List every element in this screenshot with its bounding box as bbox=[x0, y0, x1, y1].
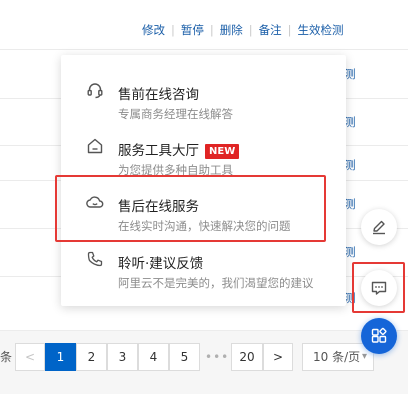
service-tools-item[interactable]: 服务工具大厅 NEW 为您提供多种自助工具 bbox=[61, 121, 346, 177]
apps-icon bbox=[371, 327, 387, 343]
action-separator: | bbox=[287, 23, 292, 37]
menu-item-title-text: 服务工具大厅 bbox=[118, 143, 199, 159]
headset-icon bbox=[87, 83, 103, 99]
remark-link[interactable]: 备注 bbox=[259, 23, 282, 37]
action-separator: | bbox=[171, 23, 175, 37]
row-actions: 修改 | 暂停 | 删除 | 备注 | 生效检测 bbox=[142, 22, 344, 38]
chat-button[interactable] bbox=[361, 270, 397, 306]
menu-item-subtitle: 专属商务经理在线解答 bbox=[118, 107, 233, 121]
home-icon bbox=[87, 138, 103, 154]
page-size-value: 10 条/页 bbox=[313, 350, 361, 364]
next-page-button[interactable]: > bbox=[263, 343, 293, 371]
new-badge: NEW bbox=[205, 144, 240, 159]
chat-icon bbox=[371, 281, 387, 295]
phone-icon bbox=[87, 251, 103, 267]
menu-item-subtitle: 阿里云不是完美的，我们渴望您的建议 bbox=[118, 276, 314, 290]
action-separator: | bbox=[248, 23, 253, 37]
table-row-divider bbox=[0, 49, 408, 50]
apps-button[interactable] bbox=[361, 318, 397, 354]
delete-link[interactable]: 删除 bbox=[220, 23, 243, 37]
page-ellipsis[interactable]: ••• bbox=[205, 343, 229, 371]
modify-link[interactable]: 修改 bbox=[142, 23, 165, 37]
menu-item-title: 售前在线咨询 bbox=[118, 87, 199, 103]
menu-item-title: 聆听·建议反馈 bbox=[118, 256, 204, 272]
presales-consult-item[interactable]: 售前在线咨询 专属商务经理在线解答 bbox=[61, 65, 346, 121]
edit-button[interactable] bbox=[361, 209, 397, 245]
total-label: 条 bbox=[0, 350, 13, 364]
page-4-button[interactable]: 4 bbox=[138, 343, 169, 371]
page-size-select[interactable]: 10 条/页 ▾ bbox=[302, 343, 374, 371]
page-1-button[interactable]: 1 bbox=[45, 343, 76, 371]
menu-item-title: 服务工具大厅 NEW bbox=[118, 139, 240, 159]
page-3-button[interactable]: 3 bbox=[107, 343, 138, 371]
page-5-button[interactable]: 5 bbox=[169, 343, 200, 371]
page-2-button[interactable]: 2 bbox=[76, 343, 107, 371]
action-separator: | bbox=[209, 23, 214, 37]
prev-page-button[interactable]: < bbox=[15, 343, 45, 371]
pause-link[interactable]: 暂停 bbox=[181, 23, 204, 37]
page-20-button[interactable]: 20 bbox=[231, 343, 263, 371]
pagination: 条 < 1 2 3 4 5 ••• 20 > 10 条/页 ▾ bbox=[0, 343, 408, 373]
aftersales-highlight bbox=[55, 175, 326, 242]
edit-icon bbox=[373, 220, 385, 235]
check-effect-link[interactable]: 生效检测 bbox=[298, 23, 344, 37]
